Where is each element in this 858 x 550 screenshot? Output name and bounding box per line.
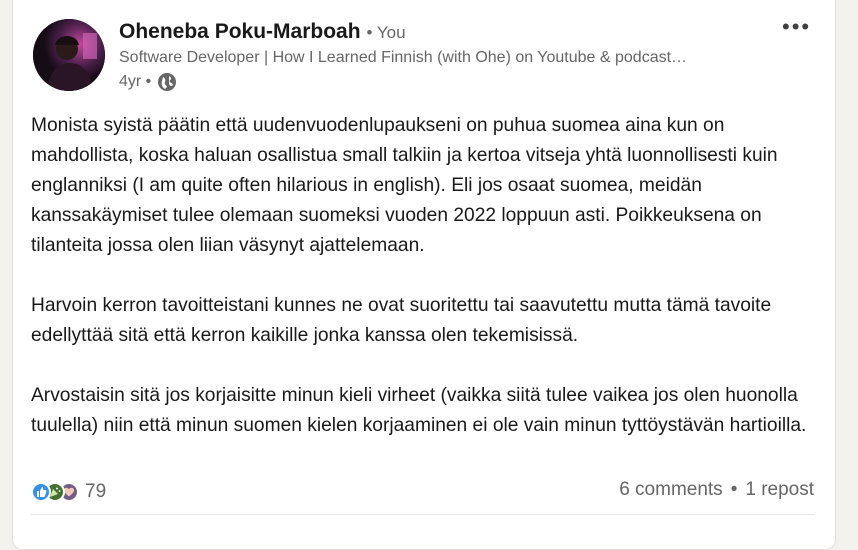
post-body: Monista syistä päätin että uudenvuodenlu… bbox=[31, 111, 821, 441]
social-counts: 6 comments • 1 repost bbox=[619, 479, 814, 501]
separator: • bbox=[730, 479, 738, 500]
reactions-summary[interactable]: 79 bbox=[31, 479, 106, 505]
author-name-row: Oheneba Poku-Marboah • You bbox=[119, 20, 406, 48]
post-spacer bbox=[31, 261, 821, 291]
post-meta: 4yr • bbox=[119, 72, 177, 92]
post-paragraph: Monista syistä päätin että uudenvuodenlu… bbox=[31, 115, 778, 256]
author-headline: Software Developer | How I Learned Finni… bbox=[119, 49, 688, 66]
post-spacer bbox=[31, 351, 821, 381]
avatar-photo bbox=[33, 19, 105, 91]
reposts-link[interactable]: 1 repost bbox=[745, 479, 814, 501]
reaction-count: 79 bbox=[85, 481, 107, 502]
comments-link[interactable]: 6 comments bbox=[619, 479, 722, 501]
globe-icon bbox=[157, 72, 177, 92]
author-avatar[interactable] bbox=[33, 19, 105, 91]
like-icon bbox=[31, 482, 51, 502]
post-paragraph: Arvostaisin sitä jos korjaisitte minun k… bbox=[31, 385, 807, 436]
author-relation: • You bbox=[366, 23, 406, 42]
more-horizontal-icon[interactable]: ••• bbox=[782, 14, 811, 40]
divider bbox=[31, 514, 815, 515]
post-age: 4yr • bbox=[119, 73, 152, 90]
post-paragraph: Harvoin kerron tavoitteistani kunnes ne … bbox=[31, 295, 772, 346]
author-name[interactable]: Oheneba Poku-Marboah bbox=[119, 20, 361, 44]
